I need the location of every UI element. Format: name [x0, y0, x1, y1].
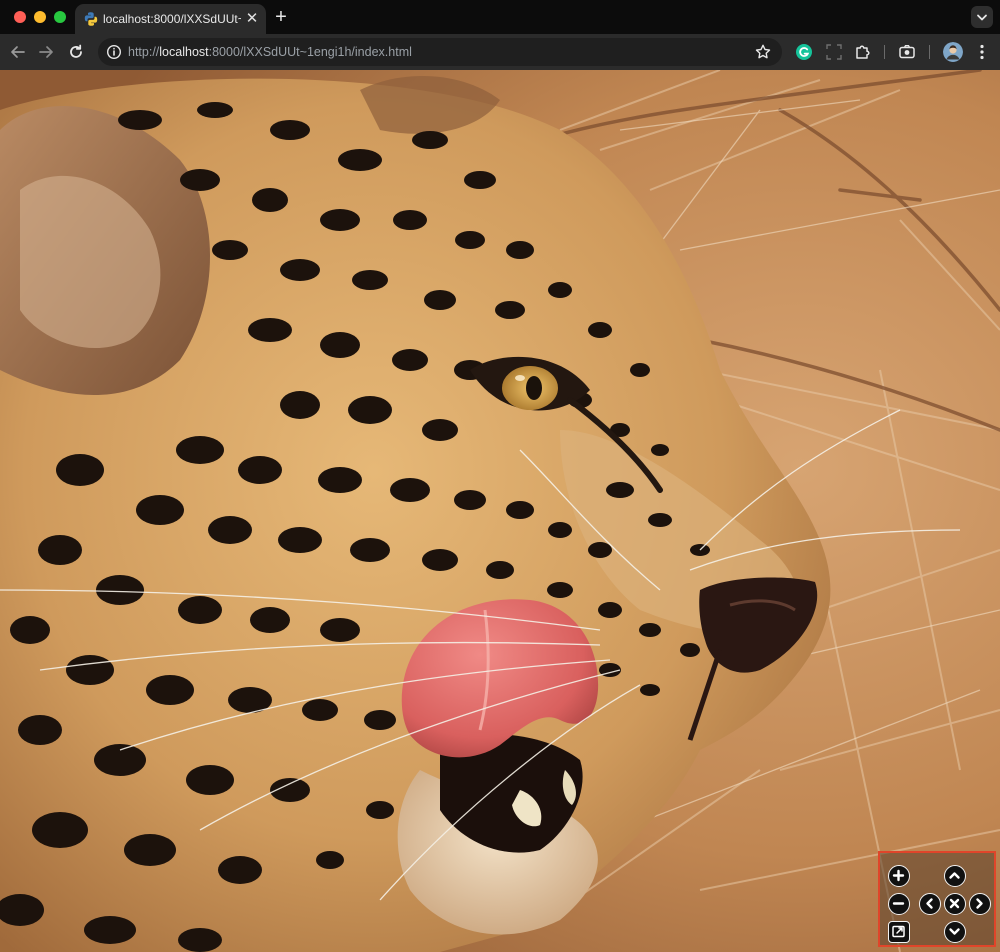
screenshot-camera-icon[interactable] [897, 42, 917, 62]
pan-up-button[interactable] [944, 865, 966, 887]
avatar-icon [943, 42, 963, 62]
arrow-right-icon [39, 46, 53, 58]
info-icon[interactable] [104, 42, 124, 62]
pan-right-button[interactable] [969, 893, 991, 915]
address-bar[interactable]: http://localhost:8000/lXXSdUUt~1engi1h/i… [98, 38, 782, 66]
maximize-window-button[interactable] [54, 11, 66, 23]
close-icon [949, 898, 960, 909]
tab-title: localhost:8000/lXXSdUUt~1e [103, 12, 241, 26]
profile-avatar[interactable] [943, 42, 963, 62]
reload-icon [70, 44, 82, 58]
chevron-up-icon [949, 872, 960, 879]
toolbar-separator [884, 45, 885, 59]
image-viewer[interactable] [0, 70, 1000, 952]
pan-left-button[interactable] [919, 893, 941, 915]
home-reset-button[interactable] [944, 893, 966, 915]
zoom-in-button[interactable] [888, 865, 910, 887]
viewer-navigation-controls [878, 851, 996, 947]
more-vertical-icon [980, 44, 984, 60]
minimize-window-button[interactable] [34, 11, 46, 23]
chevron-right-icon [976, 898, 983, 909]
chevron-down-icon [977, 14, 987, 21]
leopard-photo [0, 70, 1000, 952]
minus-icon [892, 902, 905, 905]
back-button[interactable] [6, 40, 30, 64]
extensions-puzzle-icon[interactable] [853, 42, 873, 62]
zoom-out-button[interactable] [888, 893, 910, 915]
expand-icon [892, 925, 905, 938]
reload-button[interactable] [64, 40, 88, 64]
url-path: :8000/lXXSdUUt~1engi1h/index.html [208, 45, 412, 59]
browser-menu-button[interactable] [972, 42, 992, 62]
arrow-left-icon [11, 46, 25, 58]
close-tab-icon[interactable]: ✕ [243, 10, 261, 28]
url-text: http://localhost:8000/lXXSdUUt~1engi1h/i… [128, 44, 412, 60]
chevron-left-icon [926, 898, 933, 909]
url-scheme: http:// [128, 45, 160, 59]
toolbar-separator [929, 45, 930, 59]
forward-button[interactable] [34, 40, 58, 64]
pan-down-button[interactable] [944, 921, 966, 943]
bookmark-star-icon[interactable] [754, 43, 772, 61]
browser-toolbar: http://localhost:8000/lXXSdUUt~1engi1h/i… [0, 34, 1000, 70]
python-favicon-icon [84, 12, 98, 26]
tab-search-button[interactable] [971, 6, 993, 28]
title-bar: localhost:8000/lXXSdUUt~1e ✕ + [0, 0, 1000, 34]
close-window-button[interactable] [14, 11, 26, 23]
screen-capture-extension-icon[interactable] [824, 42, 844, 62]
fullscreen-button[interactable] [888, 921, 910, 943]
chevron-down-icon [949, 928, 960, 935]
plus-icon [892, 869, 905, 882]
new-tab-button[interactable]: + [270, 6, 292, 28]
browser-tab[interactable]: localhost:8000/lXXSdUUt~1e ✕ [75, 4, 266, 34]
grammarly-extension-icon[interactable] [794, 42, 814, 62]
url-host: localhost [159, 45, 209, 59]
